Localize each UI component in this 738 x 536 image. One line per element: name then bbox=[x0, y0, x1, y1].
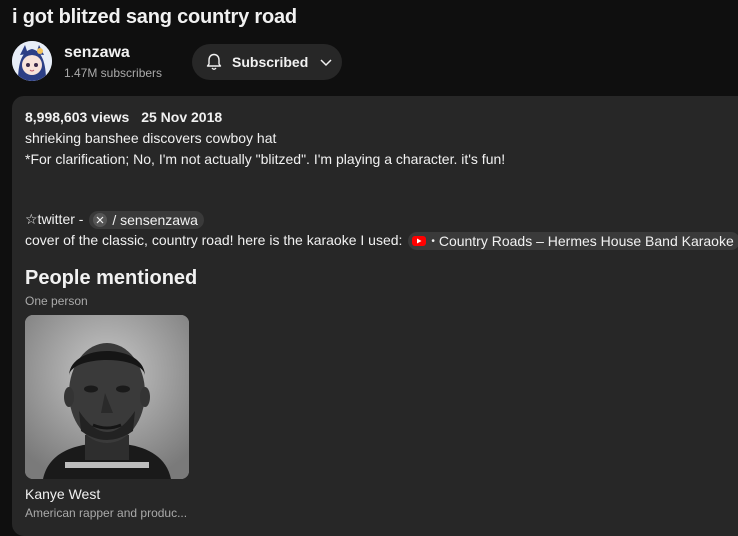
cover-text: cover of the classic, country road! here… bbox=[25, 232, 403, 248]
link-separator: • bbox=[431, 235, 435, 247]
channel-name[interactable]: senzawa bbox=[64, 44, 130, 62]
subscribed-label: Subscribed bbox=[232, 54, 309, 70]
twitter-handle-text: / sensenzawa bbox=[112, 212, 198, 229]
people-count: One person bbox=[25, 294, 88, 308]
video-title: i got blitzed sang country road bbox=[12, 6, 297, 28]
avatar-illustration bbox=[12, 41, 52, 81]
channel-row: senzawa 1.47M subscribers Subscribed bbox=[12, 41, 732, 83]
channel-avatar[interactable] bbox=[12, 41, 52, 81]
karaoke-link-text: Country Roads – Hermes House Band Karaok… bbox=[438, 233, 734, 250]
person-description: American rapper and produc... bbox=[25, 506, 188, 520]
chevron-down-icon bbox=[318, 54, 334, 70]
person-name: Kanye West bbox=[25, 486, 101, 502]
description-line: shrieking banshee discovers cowboy hat bbox=[25, 130, 277, 146]
description-line: *For clarification; No, I'm not actually… bbox=[25, 151, 506, 167]
people-mentioned-heading: People mentioned bbox=[25, 267, 198, 289]
subscribed-button[interactable]: Subscribed bbox=[192, 44, 342, 80]
description-panel[interactable]: 8,998,603 views 25 Nov 2018 shrieking ba… bbox=[12, 96, 738, 536]
karaoke-video-link[interactable]: • Country Roads – Hermes House Band Kara… bbox=[408, 232, 738, 251]
upload-date: 25 Nov 2018 bbox=[141, 109, 223, 125]
cover-line: cover of the classic, country road! here… bbox=[25, 232, 738, 251]
x-logo-icon bbox=[93, 213, 108, 228]
video-meta: 8,998,603 views 25 Nov 2018 bbox=[25, 109, 222, 125]
twitter-handle-link[interactable]: / sensenzawa bbox=[89, 211, 204, 230]
view-count: 8,998,603 views bbox=[25, 109, 130, 125]
youtube-logo-icon bbox=[412, 236, 427, 247]
person-card[interactable]: Kanye West American rapper and produc... bbox=[25, 315, 189, 520]
twitter-prefix: ☆twitter - bbox=[25, 211, 84, 227]
subscriber-count: 1.47M subscribers bbox=[64, 66, 163, 80]
bell-icon bbox=[204, 52, 224, 72]
person-photo bbox=[25, 315, 189, 479]
twitter-line: ☆twitter - / sensenzawa bbox=[25, 211, 204, 230]
